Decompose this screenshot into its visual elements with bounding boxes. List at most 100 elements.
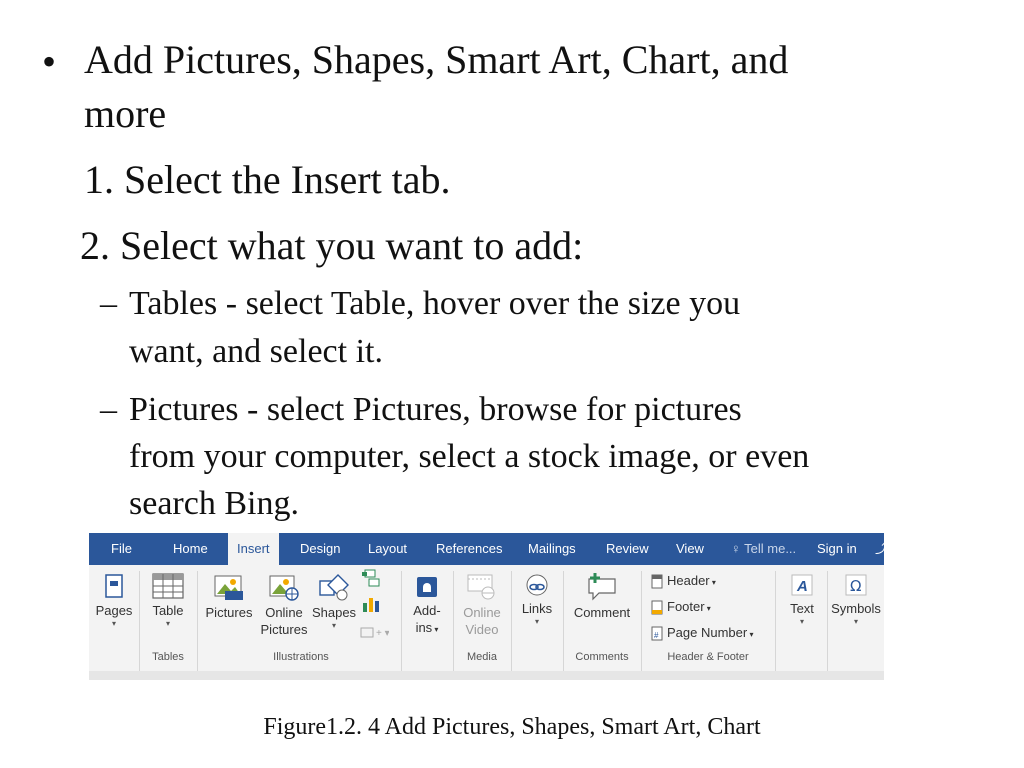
text-button[interactable]: A Text ▾ (781, 573, 823, 627)
omega-icon: Ω (845, 574, 867, 596)
group-label-comments: Comments (575, 651, 629, 663)
divider (563, 571, 564, 671)
comment-icon (588, 573, 616, 601)
tab-review[interactable]: Review (606, 533, 649, 565)
step-1: 1. Select the Insert tab. (84, 157, 451, 202)
addins-button[interactable]: Add- ins ▾ (405, 573, 449, 638)
page-number-icon: # (651, 626, 663, 641)
step-2: 2. Select what you want to add: (80, 223, 584, 268)
links-button[interactable]: Links ▾ (513, 573, 561, 627)
pictures-label: Pictures (205, 605, 253, 620)
bullet-marker: • (42, 39, 57, 84)
footer-icon (651, 600, 663, 615)
chevron-down-icon: ▾ (853, 617, 858, 626)
chart-icon[interactable] (361, 595, 383, 613)
sub-item-1-line-1: Tables - select Table, hover over the si… (129, 285, 741, 322)
divider (453, 571, 454, 671)
group-label-media: Media (467, 651, 497, 663)
chevron-down-icon: ▾ (331, 621, 336, 630)
sign-in-link[interactable]: Sign in (817, 533, 857, 565)
online-pictures-label-1: Online (265, 605, 303, 620)
bullet-line-1: Add Pictures, Shapes, Smart Art, Chart, … (84, 37, 789, 82)
tab-layout[interactable]: Layout (368, 533, 407, 565)
tab-insert[interactable]: Insert (228, 533, 279, 565)
footer-button[interactable]: Footer ▾ (651, 597, 711, 617)
divider (641, 571, 642, 671)
chevron-down-icon: ▾ (709, 578, 716, 587)
text-box-icon: A (791, 574, 813, 596)
tab-references[interactable]: References (436, 533, 502, 565)
table-button[interactable]: Table ▾ (145, 573, 191, 629)
word-ribbon: File Home Insert Design Layout Reference… (89, 533, 884, 680)
store-icon (417, 577, 437, 597)
shapes-button[interactable]: Shapes ▾ (311, 573, 357, 631)
chevron-down-icon: ▾ (704, 604, 711, 613)
header-icon (651, 574, 663, 589)
svg-text:Ω: Ω (850, 577, 861, 595)
tab-view[interactable]: View (676, 533, 704, 565)
online-video-label-1: Online (463, 605, 501, 620)
share-icon[interactable]: ⤴ (875, 533, 884, 565)
chevron-down-icon: ▾ (165, 619, 170, 628)
header-label: Header (667, 573, 710, 588)
chevron-down-icon: ▾ (432, 625, 439, 634)
divider (401, 571, 402, 671)
online-video-label-2: Video (465, 622, 499, 637)
divider (139, 571, 140, 671)
svg-text:A: A (796, 578, 808, 595)
online-video-button[interactable]: Online Video (457, 573, 507, 638)
comment-label: Comment (573, 605, 631, 620)
text-label: Text (790, 601, 814, 616)
group-label-header-footer: Header & Footer (667, 651, 749, 663)
pictures-button[interactable]: Pictures (201, 573, 257, 621)
shapes-icon (319, 574, 349, 601)
pages-button[interactable]: Pages ▾ (91, 573, 137, 629)
header-button[interactable]: Header ▾ (651, 571, 716, 591)
online-pictures-button[interactable]: Online Pictures (257, 573, 311, 638)
group-label-illustrations: Illustrations (273, 651, 329, 663)
tab-home[interactable]: Home (173, 533, 208, 565)
table-label: Table (152, 603, 184, 618)
dash-marker-2: – (100, 391, 117, 428)
sub-item-2-line-2: from your computer, select a stock image… (129, 438, 810, 475)
addins-label-2: ins (415, 620, 433, 635)
svg-text:#: # (654, 631, 659, 640)
footer-label: Footer (667, 599, 705, 614)
addins-label-1: Add- (413, 603, 441, 618)
sub-item-1-line-2: want, and select it. (129, 333, 383, 370)
pages-label: Pages (95, 603, 133, 618)
shapes-label: Shapes (311, 605, 357, 620)
page-number-button[interactable]: # Page Number ▾ (651, 623, 753, 643)
ribbon-tab-bar: File Home Insert Design Layout Reference… (89, 533, 884, 565)
pages-icon (105, 574, 123, 598)
symbols-button[interactable]: Ω Symbols ▾ (829, 573, 883, 627)
chevron-down-icon: ▾ (534, 617, 539, 626)
svg-text:+ ▾: + ▾ (376, 628, 389, 639)
divider (511, 571, 512, 671)
figure-caption: Figure1.2. 4 Add Pictures, Shapes, Smart… (263, 714, 761, 740)
tell-me-text: Tell me... (744, 541, 797, 556)
tell-me-search[interactable]: ♀ Tell me... (731, 533, 796, 565)
bullet-line-2: more (84, 91, 167, 136)
chevron-down-icon: ▾ (799, 617, 804, 626)
comment-button[interactable]: Comment (565, 573, 639, 621)
sub-item-2-line-1: Pictures - select Pictures, browse for p… (129, 391, 742, 428)
tab-file[interactable]: File (111, 533, 132, 565)
divider (827, 571, 828, 671)
tab-design[interactable]: Design (300, 533, 340, 565)
online-pictures-icon (269, 575, 299, 601)
lightbulb-icon: ♀ (731, 541, 741, 556)
tab-mailings[interactable]: Mailings (528, 533, 576, 565)
online-video-icon (467, 574, 495, 600)
screenshot-icon[interactable]: + ▾ (359, 625, 389, 639)
table-icon (152, 573, 184, 599)
chevron-down-icon: ▾ (111, 619, 116, 628)
divider (197, 571, 198, 671)
group-label-tables: Tables (152, 651, 184, 663)
smartart-icon[interactable] (361, 569, 383, 587)
online-pictures-label-2: Pictures (260, 622, 308, 637)
page-number-label: Page Number (667, 625, 748, 640)
divider (775, 571, 776, 671)
pictures-icon (214, 575, 243, 600)
ribbon-bottom-edge (89, 671, 884, 680)
